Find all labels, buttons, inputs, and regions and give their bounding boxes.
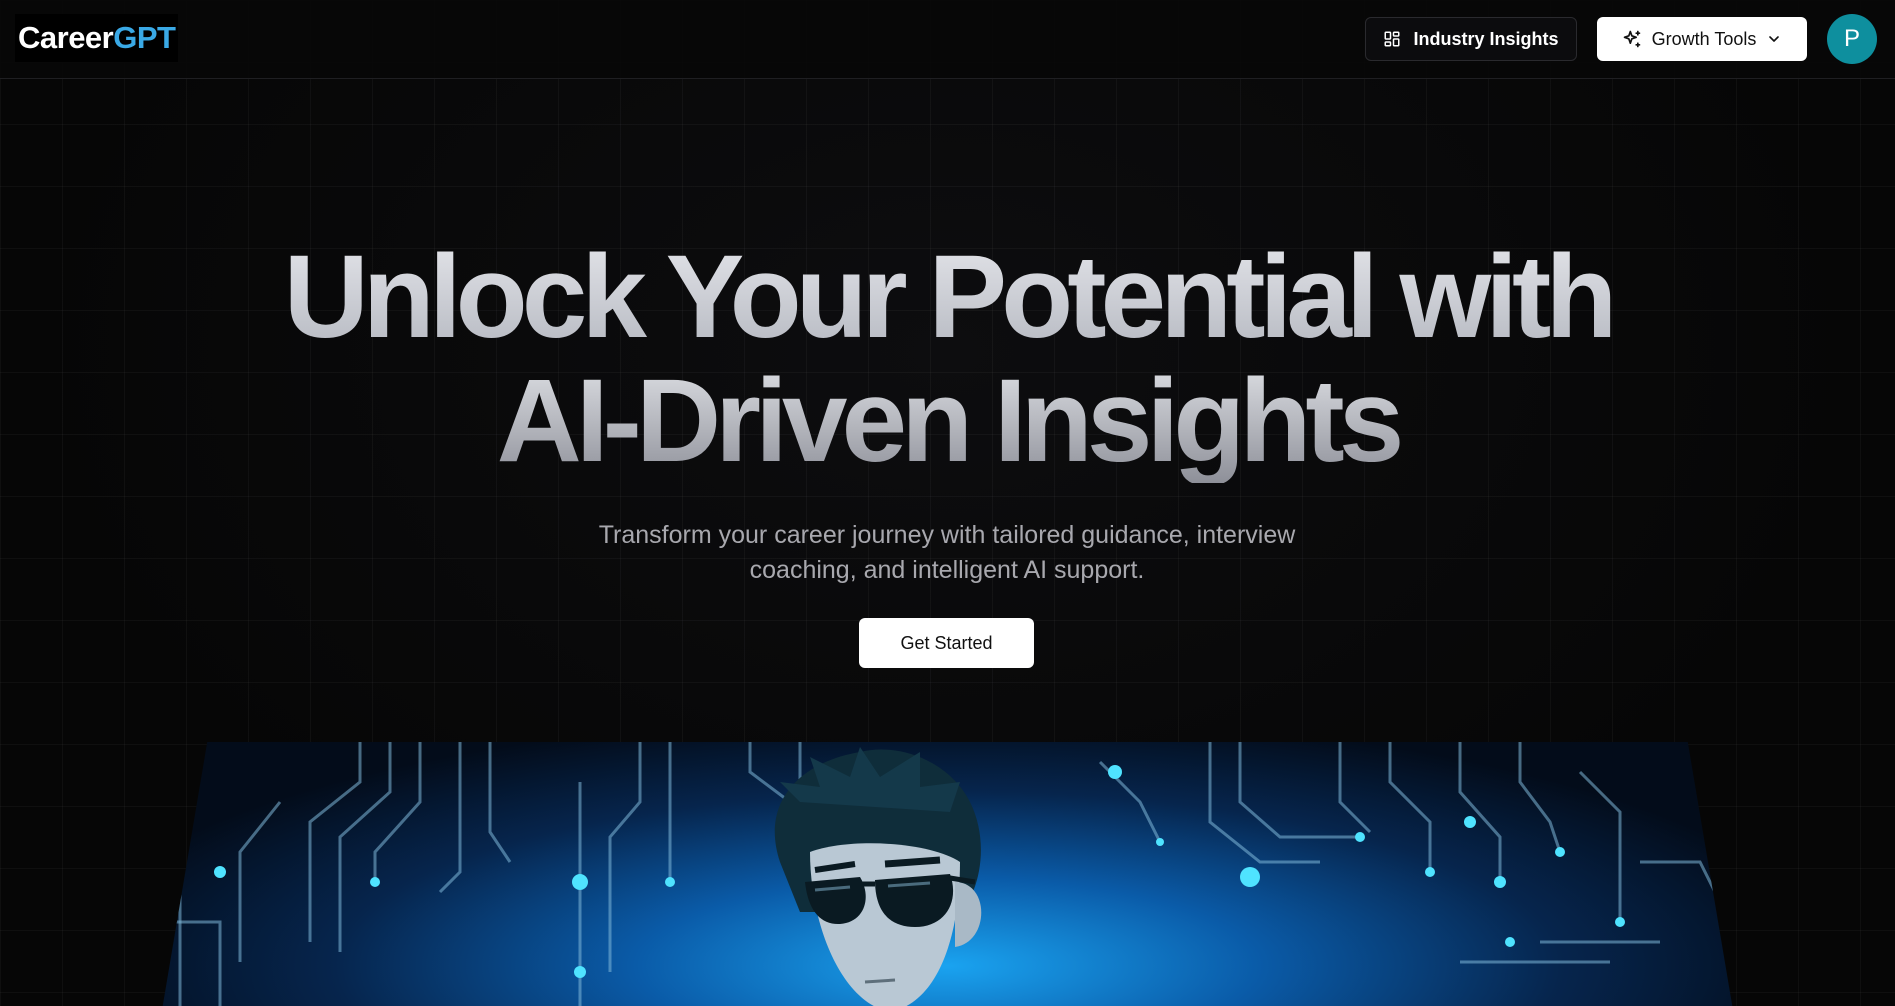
get-started-button[interactable]: Get Started — [859, 618, 1034, 668]
growth-tools-label: Growth Tools — [1651, 28, 1757, 49]
industry-insights-button[interactable]: Industry Insights — [1365, 17, 1577, 61]
circuit-character-illustration — [160, 742, 1722, 1006]
hero-title-line-2: AI-Driven Insights — [496, 355, 1399, 487]
logo-gpt-text: GPT — [113, 20, 176, 55]
top-nav: Career GPT Industry Insights Growth Tool… — [0, 0, 1895, 79]
hero-title: Unlock Your Potential with AI-Driven Ins… — [0, 235, 1895, 483]
user-avatar[interactable]: P — [1827, 14, 1877, 64]
landing-page: Career GPT Industry Insights Growth Tool… — [0, 0, 1895, 1006]
growth-tools-dropdown[interactable]: Growth Tools — [1597, 17, 1807, 61]
hero-banner-image — [160, 742, 1735, 1006]
sparkles-icon — [1622, 29, 1642, 49]
character-figure — [774, 747, 982, 1006]
logo[interactable]: Career GPT — [15, 14, 179, 62]
logo-career-text: Career — [18, 20, 114, 55]
hero-title-line-1: Unlock Your Potential with — [283, 231, 1612, 363]
hero-subtitle: Transform your career journey with tailo… — [598, 521, 1296, 584]
layout-dashboard-icon — [1383, 30, 1401, 48]
chevron-down-icon — [1766, 31, 1782, 47]
industry-insights-label: Industry Insights — [1413, 28, 1559, 49]
